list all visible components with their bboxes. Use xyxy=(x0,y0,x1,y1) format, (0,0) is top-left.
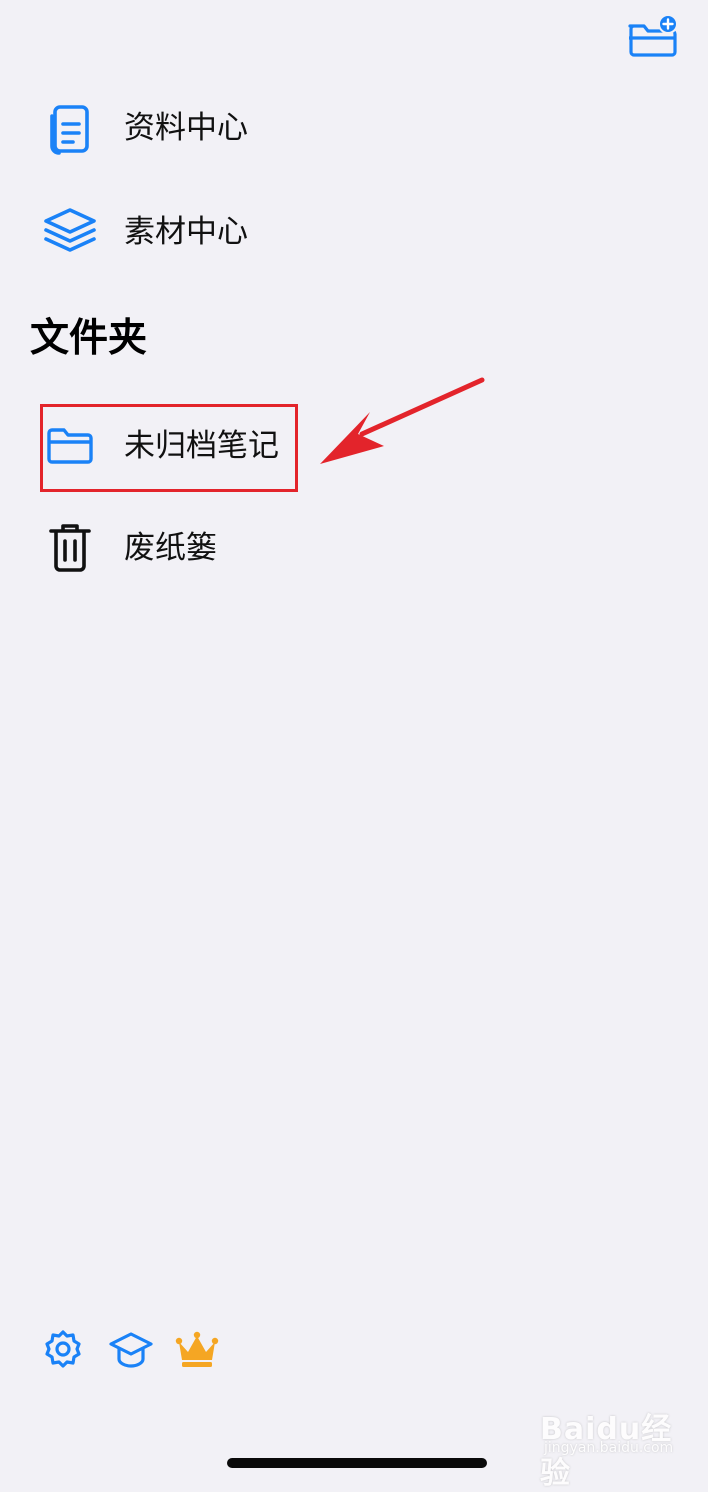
home-indicator[interactable] xyxy=(227,1458,487,1468)
trash-icon xyxy=(49,524,91,572)
crown-icon xyxy=(175,1331,219,1367)
watermark-url: jingyan.baidu.com xyxy=(544,1440,674,1456)
annotation-arrow xyxy=(320,377,485,464)
folder-item-label: 废纸篓 xyxy=(124,530,217,566)
tutorial-button[interactable] xyxy=(108,1328,154,1370)
folders-section-title: 文件夹 xyxy=(30,316,148,361)
folder-add-icon xyxy=(628,14,678,57)
nav-item-label: 资料中心 xyxy=(124,110,248,146)
settings-button[interactable] xyxy=(42,1328,84,1370)
watermark: Baidu经验 jingyan.baidu.com xyxy=(540,1400,700,1491)
layers-icon xyxy=(44,208,96,252)
folder-item-trash[interactable]: 废纸篓 xyxy=(0,500,708,596)
highlight-box xyxy=(40,404,298,492)
nav-item-materials[interactable]: 素材中心 xyxy=(0,184,708,280)
new-folder-button[interactable] xyxy=(624,14,680,58)
nav-item-resources[interactable]: 资料中心 xyxy=(0,80,708,176)
document-icon xyxy=(50,105,89,155)
settings-icon xyxy=(45,1330,81,1368)
nav-item-label: 素材中心 xyxy=(124,214,248,250)
graduation-cap-icon xyxy=(109,1332,153,1368)
premium-button[interactable] xyxy=(174,1330,220,1370)
